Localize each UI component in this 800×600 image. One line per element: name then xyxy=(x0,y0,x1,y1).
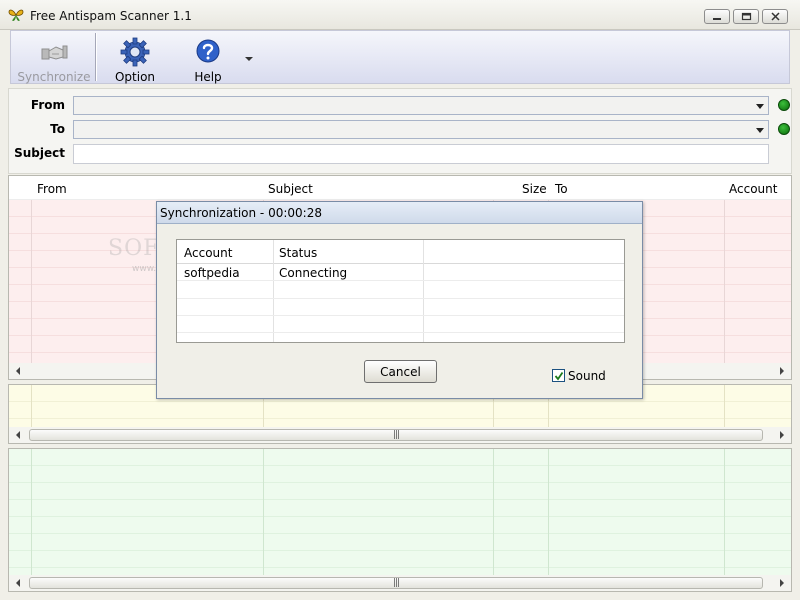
toolbar-separator xyxy=(95,33,96,81)
sync-list-header: Account Status xyxy=(177,240,624,264)
maximize-icon xyxy=(741,12,752,21)
title-bar[interactable]: Free Antispam Scanner 1.1 xyxy=(0,0,800,30)
to-status-led xyxy=(778,123,790,135)
table-row xyxy=(177,299,624,316)
list-header: From Subject Size To Account xyxy=(9,176,791,200)
scroll-right-icon[interactable] xyxy=(780,367,784,375)
to-combobox[interactable] xyxy=(73,120,769,139)
from-status-led xyxy=(778,99,790,111)
row-account: softpedia xyxy=(184,266,240,280)
dialog-title: Synchronization - 00:00:28 xyxy=(160,206,322,220)
subject-input[interactable] xyxy=(73,144,769,164)
sound-checkbox[interactable] xyxy=(552,369,565,382)
help-button[interactable]: Help xyxy=(181,31,235,84)
scrollbar-thumb[interactable]: ||| xyxy=(29,577,763,589)
column-header-subject[interactable]: Subject xyxy=(268,182,313,196)
row-status: Connecting xyxy=(279,266,348,280)
column-header-account[interactable]: Account xyxy=(184,246,232,260)
sound-label[interactable]: Sound xyxy=(568,369,606,383)
minimize-icon xyxy=(713,18,721,20)
scroll-right-icon[interactable] xyxy=(780,431,784,439)
close-icon xyxy=(771,12,780,21)
to-label: To xyxy=(50,122,65,136)
column-header-size[interactable]: Size xyxy=(522,182,547,196)
table-row xyxy=(177,316,624,333)
scrollbar-thumb[interactable]: ||| xyxy=(29,429,763,441)
cancel-button[interactable]: Cancel xyxy=(364,360,437,383)
checkmark-icon xyxy=(554,371,564,381)
chevron-down-icon[interactable] xyxy=(756,128,764,133)
table-row xyxy=(177,282,624,299)
horizontal-scrollbar[interactable]: ||| xyxy=(9,575,791,591)
scroll-left-icon[interactable] xyxy=(16,431,20,439)
filter-panel: From To Subject xyxy=(8,88,792,174)
minimize-button[interactable] xyxy=(704,9,730,24)
handshake-icon xyxy=(41,45,68,60)
maximize-button[interactable] xyxy=(733,9,759,24)
chevron-down-icon[interactable] xyxy=(756,104,764,109)
scroll-left-icon[interactable] xyxy=(16,367,20,375)
butterfly-icon xyxy=(8,9,24,21)
option-label: Option xyxy=(114,70,156,84)
column-header-from[interactable]: From xyxy=(37,182,67,196)
column-header-account[interactable]: Account xyxy=(729,182,777,196)
synchronization-dialog: Synchronization - 00:00:28 Account Statu… xyxy=(156,201,643,399)
toolbar: Synchronize Option Help xyxy=(10,30,790,84)
dialog-title-bar[interactable]: Synchronization - 00:00:28 xyxy=(157,202,642,224)
subject-label: Subject xyxy=(14,146,65,160)
close-button[interactable] xyxy=(762,9,788,24)
table-row[interactable]: softpedia Connecting xyxy=(177,264,624,281)
horizontal-scrollbar[interactable]: ||| xyxy=(9,427,791,443)
column-header-status[interactable]: Status xyxy=(279,246,317,260)
toolbar-dropdown-arrow-icon[interactable] xyxy=(245,57,253,61)
window-title: Free Antispam Scanner 1.1 xyxy=(30,9,192,23)
gear-icon xyxy=(120,37,150,67)
sync-account-list[interactable]: Account Status softpedia Connecting xyxy=(176,239,625,343)
clean-message-list[interactable]: ||| xyxy=(8,448,792,592)
scroll-left-icon[interactable] xyxy=(16,579,20,587)
help-icon xyxy=(196,39,220,63)
synchronize-button[interactable]: Synchronize xyxy=(13,31,95,84)
from-label: From xyxy=(30,98,65,112)
synchronize-label: Synchronize xyxy=(17,70,91,84)
option-button[interactable]: Option xyxy=(107,31,163,84)
scroll-right-icon[interactable] xyxy=(780,579,784,587)
from-combobox[interactable] xyxy=(73,96,769,115)
help-label: Help xyxy=(194,70,222,84)
column-header-to[interactable]: To xyxy=(555,182,568,196)
